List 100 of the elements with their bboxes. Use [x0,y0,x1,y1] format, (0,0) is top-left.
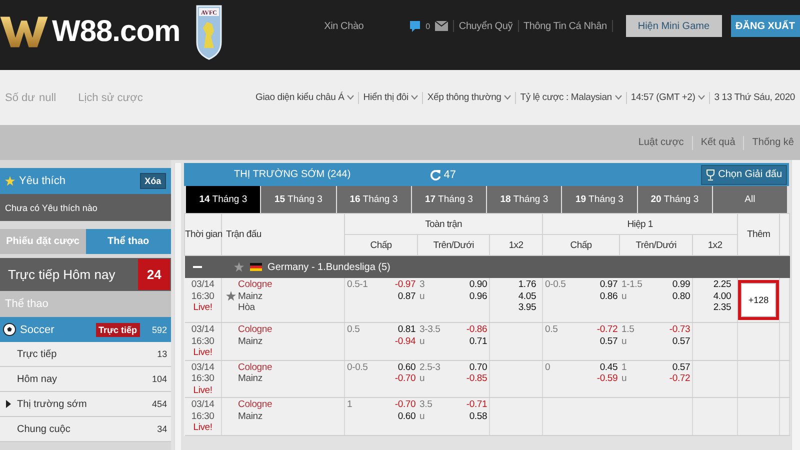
scrollbar[interactable] [791,160,800,450]
sub-navigation-link[interactable]: Kết quả [700,137,736,148]
total-line: 3.5 [420,399,432,410]
caret-icon [698,95,706,100]
message-count: 0 [426,22,430,30]
odds-value[interactable]: 0.57 [672,362,690,373]
settings-dropdown[interactable]: Tỷ lệ cược : Malaysian [520,92,622,103]
header-link[interactable]: Chuyển Quỹ [458,20,513,32]
sub-navigation-link[interactable]: Luật cược [638,137,684,148]
odds-value[interactable]: -0.73 [669,324,690,336]
odds-value[interactable]: 4.00 [713,290,732,302]
odds-value[interactable]: 0.58 [469,410,488,422]
odds-value[interactable]: 2.25 [713,279,732,290]
odds-value[interactable]: -0.70 [394,399,416,410]
star-icon[interactable] [226,291,236,302]
mail-icon[interactable] [434,21,448,31]
caret-icon [347,95,354,100]
odds-value[interactable]: 0.87 [398,290,416,302]
odds-value[interactable]: 0.86 [600,290,618,302]
odds-value[interactable]: 0.60 [398,410,416,422]
sub-navigation-link[interactable]: Thống kê [752,137,794,148]
balance-label: Số dư [5,92,35,104]
date-tab[interactable]: 18 Tháng 3 [487,186,562,213]
sidebar-item[interactable]: Trực tiếp 13 [0,342,172,367]
sidebar-item-count: 454 [152,399,168,409]
settings-dropdown[interactable]: Hiển thị đôi [363,92,418,103]
team-name: Mainz [238,336,262,347]
odds-value[interactable]: 0.71 [469,336,488,347]
choose-league-button[interactable]: Chọn Giải đấu [701,164,788,184]
odds-value[interactable]: 0.57 [600,336,618,347]
header-link[interactable]: Thông Tin Cá Nhân [524,20,607,32]
odds-value[interactable]: 0.96 [469,290,488,302]
handicap-line: 0.5 [545,324,558,337]
odds-value[interactable]: 0.57 [672,336,690,347]
odds-value[interactable]: 2.35 [713,302,732,314]
sidebar-item-count: 34 [157,424,168,434]
handicap-line: 0.5-1 [347,279,368,292]
live-today-button[interactable]: Trực tiếp Hôm nay 24 [0,258,172,291]
sport-row[interactable]: Soccer Trực tiếp 592 [0,317,172,342]
odds-value[interactable]: 0.81 [398,324,416,336]
odds-value[interactable]: -0.70 [394,373,416,384]
soccer-ball-icon [3,323,16,336]
league-row[interactable]: Germany - 1.Bundesliga (5) [184,256,790,278]
odds-value[interactable]: 0.60 [398,362,416,373]
odds-value[interactable]: 1.76 [518,279,536,290]
clear-favorites-button[interactable]: Xóa [140,173,166,189]
sidebar-item-count: 13 [157,349,168,359]
site-logo[interactable]: W88.com [52,14,180,48]
more-bets-button[interactable]: +128 [741,283,776,317]
odds-value[interactable]: 0.97 [600,279,618,290]
caret-icon [504,95,512,100]
odds-value[interactable]: -0.72 [596,324,618,336]
total-line: 1.5 [622,324,634,336]
odds-value[interactable]: -0.59 [596,373,618,384]
sidebar-item[interactable]: Hôm nay 104 [0,367,172,392]
date-tab[interactable]: All [712,186,788,213]
column-header: Thời gian [184,214,222,256]
odds-value[interactable]: 4.05 [518,290,536,302]
odds-value[interactable]: 3.95 [518,302,536,314]
date-tab[interactable]: 14 Tháng 3 [186,186,260,213]
settings-dropdown[interactable]: Xếp thông thường [427,92,512,103]
under-label: u [622,336,627,347]
odds-value[interactable]: -0.72 [669,373,690,384]
sidebar-tab[interactable]: Thể thao [86,229,172,254]
team-name: Cologne [238,362,272,373]
star-icon[interactable] [234,262,244,272]
settings-dropdown[interactable]: 14:57 (GMT +2) [630,92,706,103]
date-tab[interactable]: 15 Tháng 3 [261,186,336,213]
logout-button[interactable]: ĐĂNG XUẤT [730,15,800,37]
column-header: Trên/Dưới [418,234,490,256]
date-tab[interactable]: 16 Tháng 3 [336,186,411,213]
chat-icon[interactable] [408,20,421,32]
date-tab[interactable]: 20 Tháng 3 [638,186,712,213]
sidebar-item[interactable]: Chung cuộc 34 [0,417,172,442]
odds-value[interactable]: 0.80 [672,290,690,302]
handicap-line: 0-0.5 [347,362,368,374]
odds-value[interactable]: 0.70 [469,362,488,373]
sidebar-item[interactable]: Thị trường sớm 454 [0,392,172,417]
date-tab[interactable]: 17 Tháng 3 [412,186,486,213]
date-tab[interactable]: 19 Tháng 3 [562,186,637,213]
league-name: Germany - 1.Bundesliga (5) [268,262,390,272]
handicap-line: 0 [545,362,550,374]
team-name: Mainz [238,410,262,422]
odds-value[interactable]: 0.90 [469,279,488,290]
odds-value[interactable]: -0.85 [466,373,488,384]
total-line: 3 [420,279,425,290]
column-group-header: Toàn trận [344,214,543,234]
refresh-icon[interactable] [430,168,441,180]
mini-game-button[interactable]: Hiện Mini Game [626,15,722,37]
column-header: Trên/Dưới [620,234,693,256]
column-group-header: Hiệp 1 [542,214,738,234]
odds-value[interactable]: -0.97 [394,279,416,290]
odds-value[interactable]: 0.99 [672,279,690,290]
odds-value[interactable]: -0.86 [466,324,488,336]
team-name: Mainz [238,373,262,384]
odds-value[interactable]: -0.71 [466,399,488,410]
settings-dropdown[interactable]: Giao diện kiểu châu Á [256,92,354,103]
trophy-icon [706,168,716,180]
odds-value[interactable]: 0.45 [600,362,618,373]
odds-value[interactable]: -0.94 [394,336,416,347]
